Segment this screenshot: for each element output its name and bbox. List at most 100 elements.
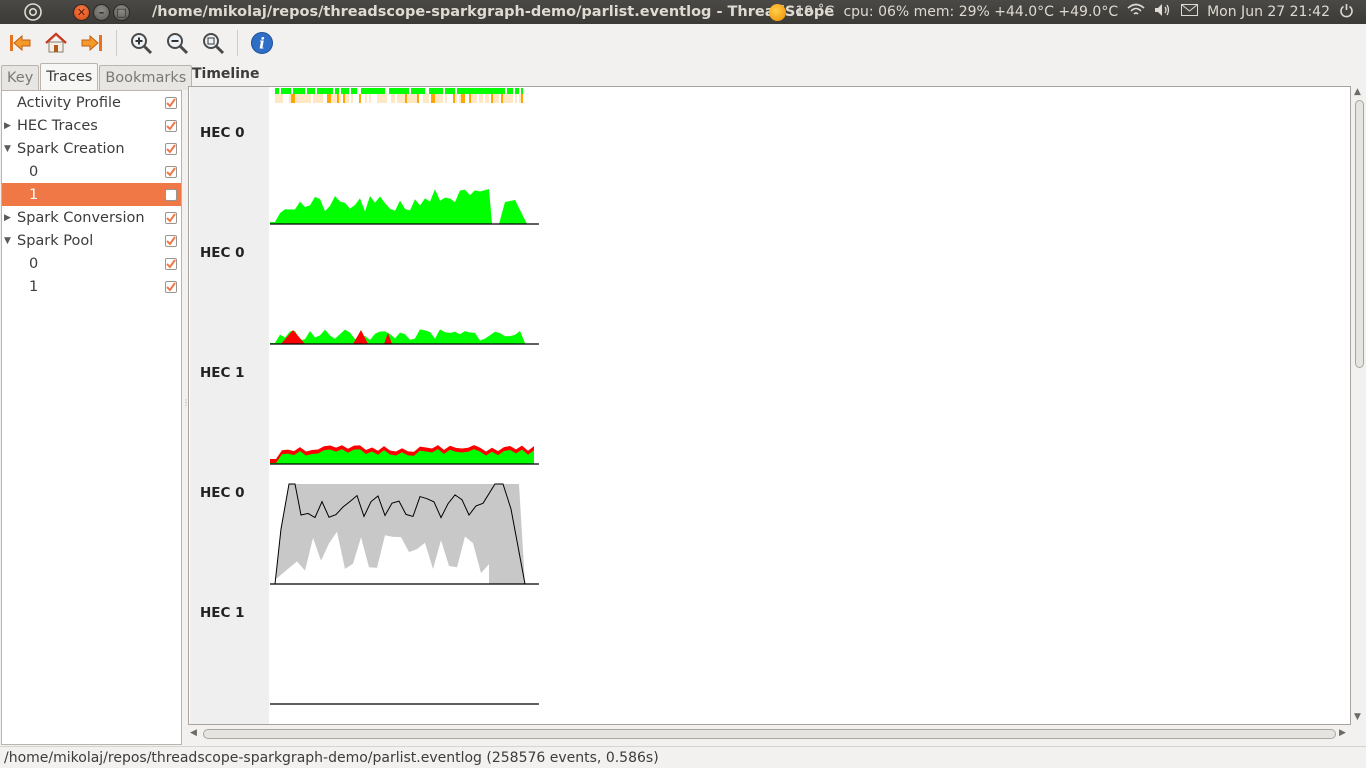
trace-row[interactable]: ▶ HEC Traces xyxy=(2,114,181,137)
activity-bar xyxy=(511,88,513,94)
activity-bar xyxy=(451,88,453,94)
trace-row[interactable]: 0 xyxy=(2,252,181,275)
wifi-icon[interactable] xyxy=(1127,3,1145,21)
vertical-scroll-thumb[interactable] xyxy=(1355,100,1364,368)
activity-bar xyxy=(445,88,447,94)
activity-bar xyxy=(325,88,327,94)
timeline-view[interactable]: HEC 0 HEC 0 HEC 1 HEC 0 HEC 1 xyxy=(188,86,1351,725)
activity-bar xyxy=(385,94,387,103)
weather-temperature[interactable]: 19 ˚C xyxy=(795,4,834,20)
activity-bar xyxy=(295,88,297,94)
activity-bar xyxy=(453,94,455,103)
activity-bar xyxy=(297,88,299,94)
horizontal-scrollbar[interactable]: ◀ ▶ xyxy=(188,727,1351,741)
activity-bar xyxy=(481,88,483,94)
activity-bar xyxy=(397,94,399,103)
trace-checkbox[interactable] xyxy=(165,189,177,201)
activity-bar xyxy=(495,94,497,103)
activity-bar xyxy=(475,88,477,94)
activity-bar xyxy=(483,88,485,94)
expander-collapsed-icon[interactable]: ▶ xyxy=(4,121,14,131)
activity-bar xyxy=(417,88,419,94)
activity-bar xyxy=(307,88,309,94)
trace-row[interactable]: ▶ Spark Conversion xyxy=(2,206,181,229)
activity-bar xyxy=(313,94,315,103)
pane-resize-handle[interactable]: ⋮ xyxy=(182,398,190,408)
tab-traces[interactable]: Traces xyxy=(40,63,99,90)
tab-key[interactable]: Key xyxy=(1,65,40,90)
scroll-down-icon[interactable]: ▼ xyxy=(1354,712,1361,722)
tab-bookmarks[interactable]: Bookmarks xyxy=(99,65,193,90)
zoom-out-icon[interactable] xyxy=(161,27,193,59)
activity-bar xyxy=(395,88,397,94)
activity-bar xyxy=(405,94,407,103)
activity-bar xyxy=(397,88,399,94)
jump-to-end-icon[interactable] xyxy=(76,27,108,59)
trace-checkbox[interactable] xyxy=(165,258,177,270)
activity-bar xyxy=(331,88,333,94)
activity-bar xyxy=(303,94,305,103)
activity-bar xyxy=(461,88,463,94)
activity-bar xyxy=(461,94,463,103)
activity-bar xyxy=(419,88,421,94)
trace-checkbox[interactable] xyxy=(165,212,177,224)
zoom-in-icon[interactable] xyxy=(125,27,157,59)
trace-row[interactable]: 1 xyxy=(2,275,181,298)
vertical-scrollbar[interactable]: ▲ ▼ xyxy=(1352,86,1366,725)
activity-bar xyxy=(517,88,519,94)
activity-bar xyxy=(499,88,501,94)
scroll-up-icon[interactable]: ▲ xyxy=(1354,87,1361,97)
trace-row[interactable]: ▼ Spark Creation xyxy=(2,137,181,160)
activity-bar xyxy=(341,88,343,94)
activity-bar xyxy=(337,88,339,94)
scroll-left-icon[interactable]: ◀ xyxy=(190,728,197,738)
maximize-icon[interactable]: □ xyxy=(113,3,130,21)
power-icon[interactable] xyxy=(1339,3,1354,22)
activity-bar xyxy=(459,94,461,103)
horizontal-scroll-thumb[interactable] xyxy=(203,729,1336,739)
trace-checkbox[interactable] xyxy=(165,166,177,178)
trace-label: 1 xyxy=(29,186,39,203)
zoom-fit-icon[interactable] xyxy=(197,27,229,59)
trace-checkbox[interactable] xyxy=(165,235,177,247)
indicator-area: 19 ˚C cpu: 06% mem: 29% +44.0°C +49.0°C … xyxy=(769,0,1354,24)
activity-bar xyxy=(475,94,477,103)
activity-bar xyxy=(491,94,493,103)
datetime[interactable]: Mon Jun 27 21:42 xyxy=(1207,4,1330,20)
weather-sun-icon[interactable] xyxy=(769,3,787,21)
activity-bar xyxy=(413,94,415,103)
minimize-icon[interactable]: – xyxy=(93,3,110,21)
activity-bar xyxy=(521,88,523,94)
expander-expanded-icon[interactable]: ▼ xyxy=(4,236,14,246)
activity-bar xyxy=(293,94,295,103)
activity-bar xyxy=(391,94,393,103)
activity-bar xyxy=(361,88,363,94)
trace-checkbox[interactable] xyxy=(165,143,177,155)
mail-icon[interactable] xyxy=(1181,4,1199,20)
expander-expanded-icon[interactable]: ▼ xyxy=(4,144,14,154)
info-icon[interactable]: i xyxy=(246,27,278,59)
trace-row[interactable]: 0 xyxy=(2,160,181,183)
close-icon[interactable]: ✕ xyxy=(73,3,90,21)
activity-bar xyxy=(375,88,377,94)
trace-checkbox[interactable] xyxy=(165,120,177,132)
volume-icon[interactable] xyxy=(1154,3,1172,21)
activity-bar xyxy=(421,88,423,94)
home-icon[interactable] xyxy=(40,27,72,59)
activity-bar xyxy=(379,94,381,103)
jump-to-start-icon[interactable] xyxy=(4,27,36,59)
system-monitor[interactable]: cpu: 06% mem: 29% +44.0°C +49.0°C xyxy=(843,4,1118,20)
trace-row[interactable]: Activity Profile xyxy=(2,91,181,114)
activity-bar xyxy=(393,88,395,94)
trace-row[interactable]: ▼ Spark Pool xyxy=(2,229,181,252)
trace-checkbox[interactable] xyxy=(165,281,177,293)
activity-bar xyxy=(365,88,367,94)
trace-checkbox[interactable] xyxy=(165,97,177,109)
activity-bar xyxy=(343,88,345,94)
scroll-right-icon[interactable]: ▶ xyxy=(1339,728,1346,738)
expander-collapsed-icon[interactable]: ▶ xyxy=(4,213,14,223)
activity-bar xyxy=(291,94,293,103)
trace-row[interactable]: 1 xyxy=(2,183,181,206)
ubuntu-logo-icon[interactable] xyxy=(21,0,45,24)
activity-bar xyxy=(301,88,303,94)
